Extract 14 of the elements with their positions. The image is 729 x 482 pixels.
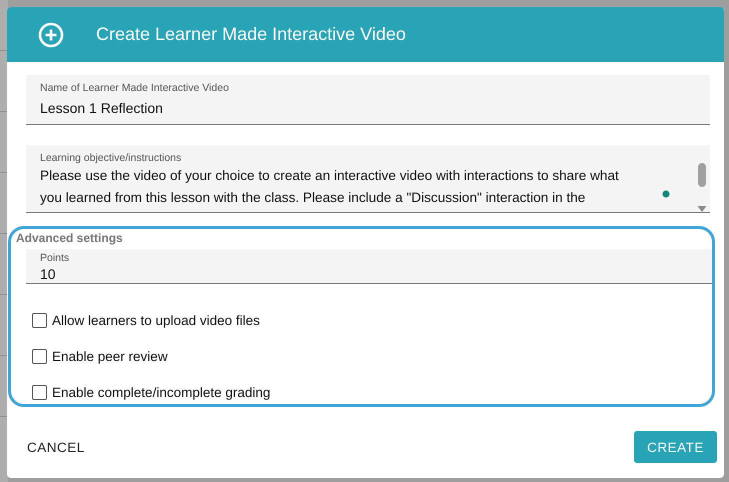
cancel-button[interactable]: CANCEL xyxy=(21,434,91,460)
points-field[interactable]: Points 10 xyxy=(26,249,712,284)
checkbox-label: Enable complete/incomplete grading xyxy=(52,384,270,400)
checkbox[interactable] xyxy=(32,348,47,364)
section-heading: Advanced settings xyxy=(15,231,123,245)
checkbox[interactable] xyxy=(32,384,47,400)
dialog-title: Create Learner Made Interactive Video xyxy=(96,24,406,45)
objective-field[interactable]: Learning objective/instructions Please use the video of your choice to create an interactive video with interactions to share what you learned from this lesson with the class. Please include a "Discussion" interaction in the xyxy=(26,145,710,213)
checkbox[interactable] xyxy=(32,312,47,328)
name-field[interactable]: Name of Learner Made Interactive Video Lesson 1 Reflection xyxy=(26,75,710,125)
checkbox-label: Allow learners to upload video files xyxy=(52,312,260,328)
add-icon xyxy=(38,22,64,48)
status-dot-icon xyxy=(662,190,670,198)
checkbox-label: Enable peer review xyxy=(52,348,168,364)
